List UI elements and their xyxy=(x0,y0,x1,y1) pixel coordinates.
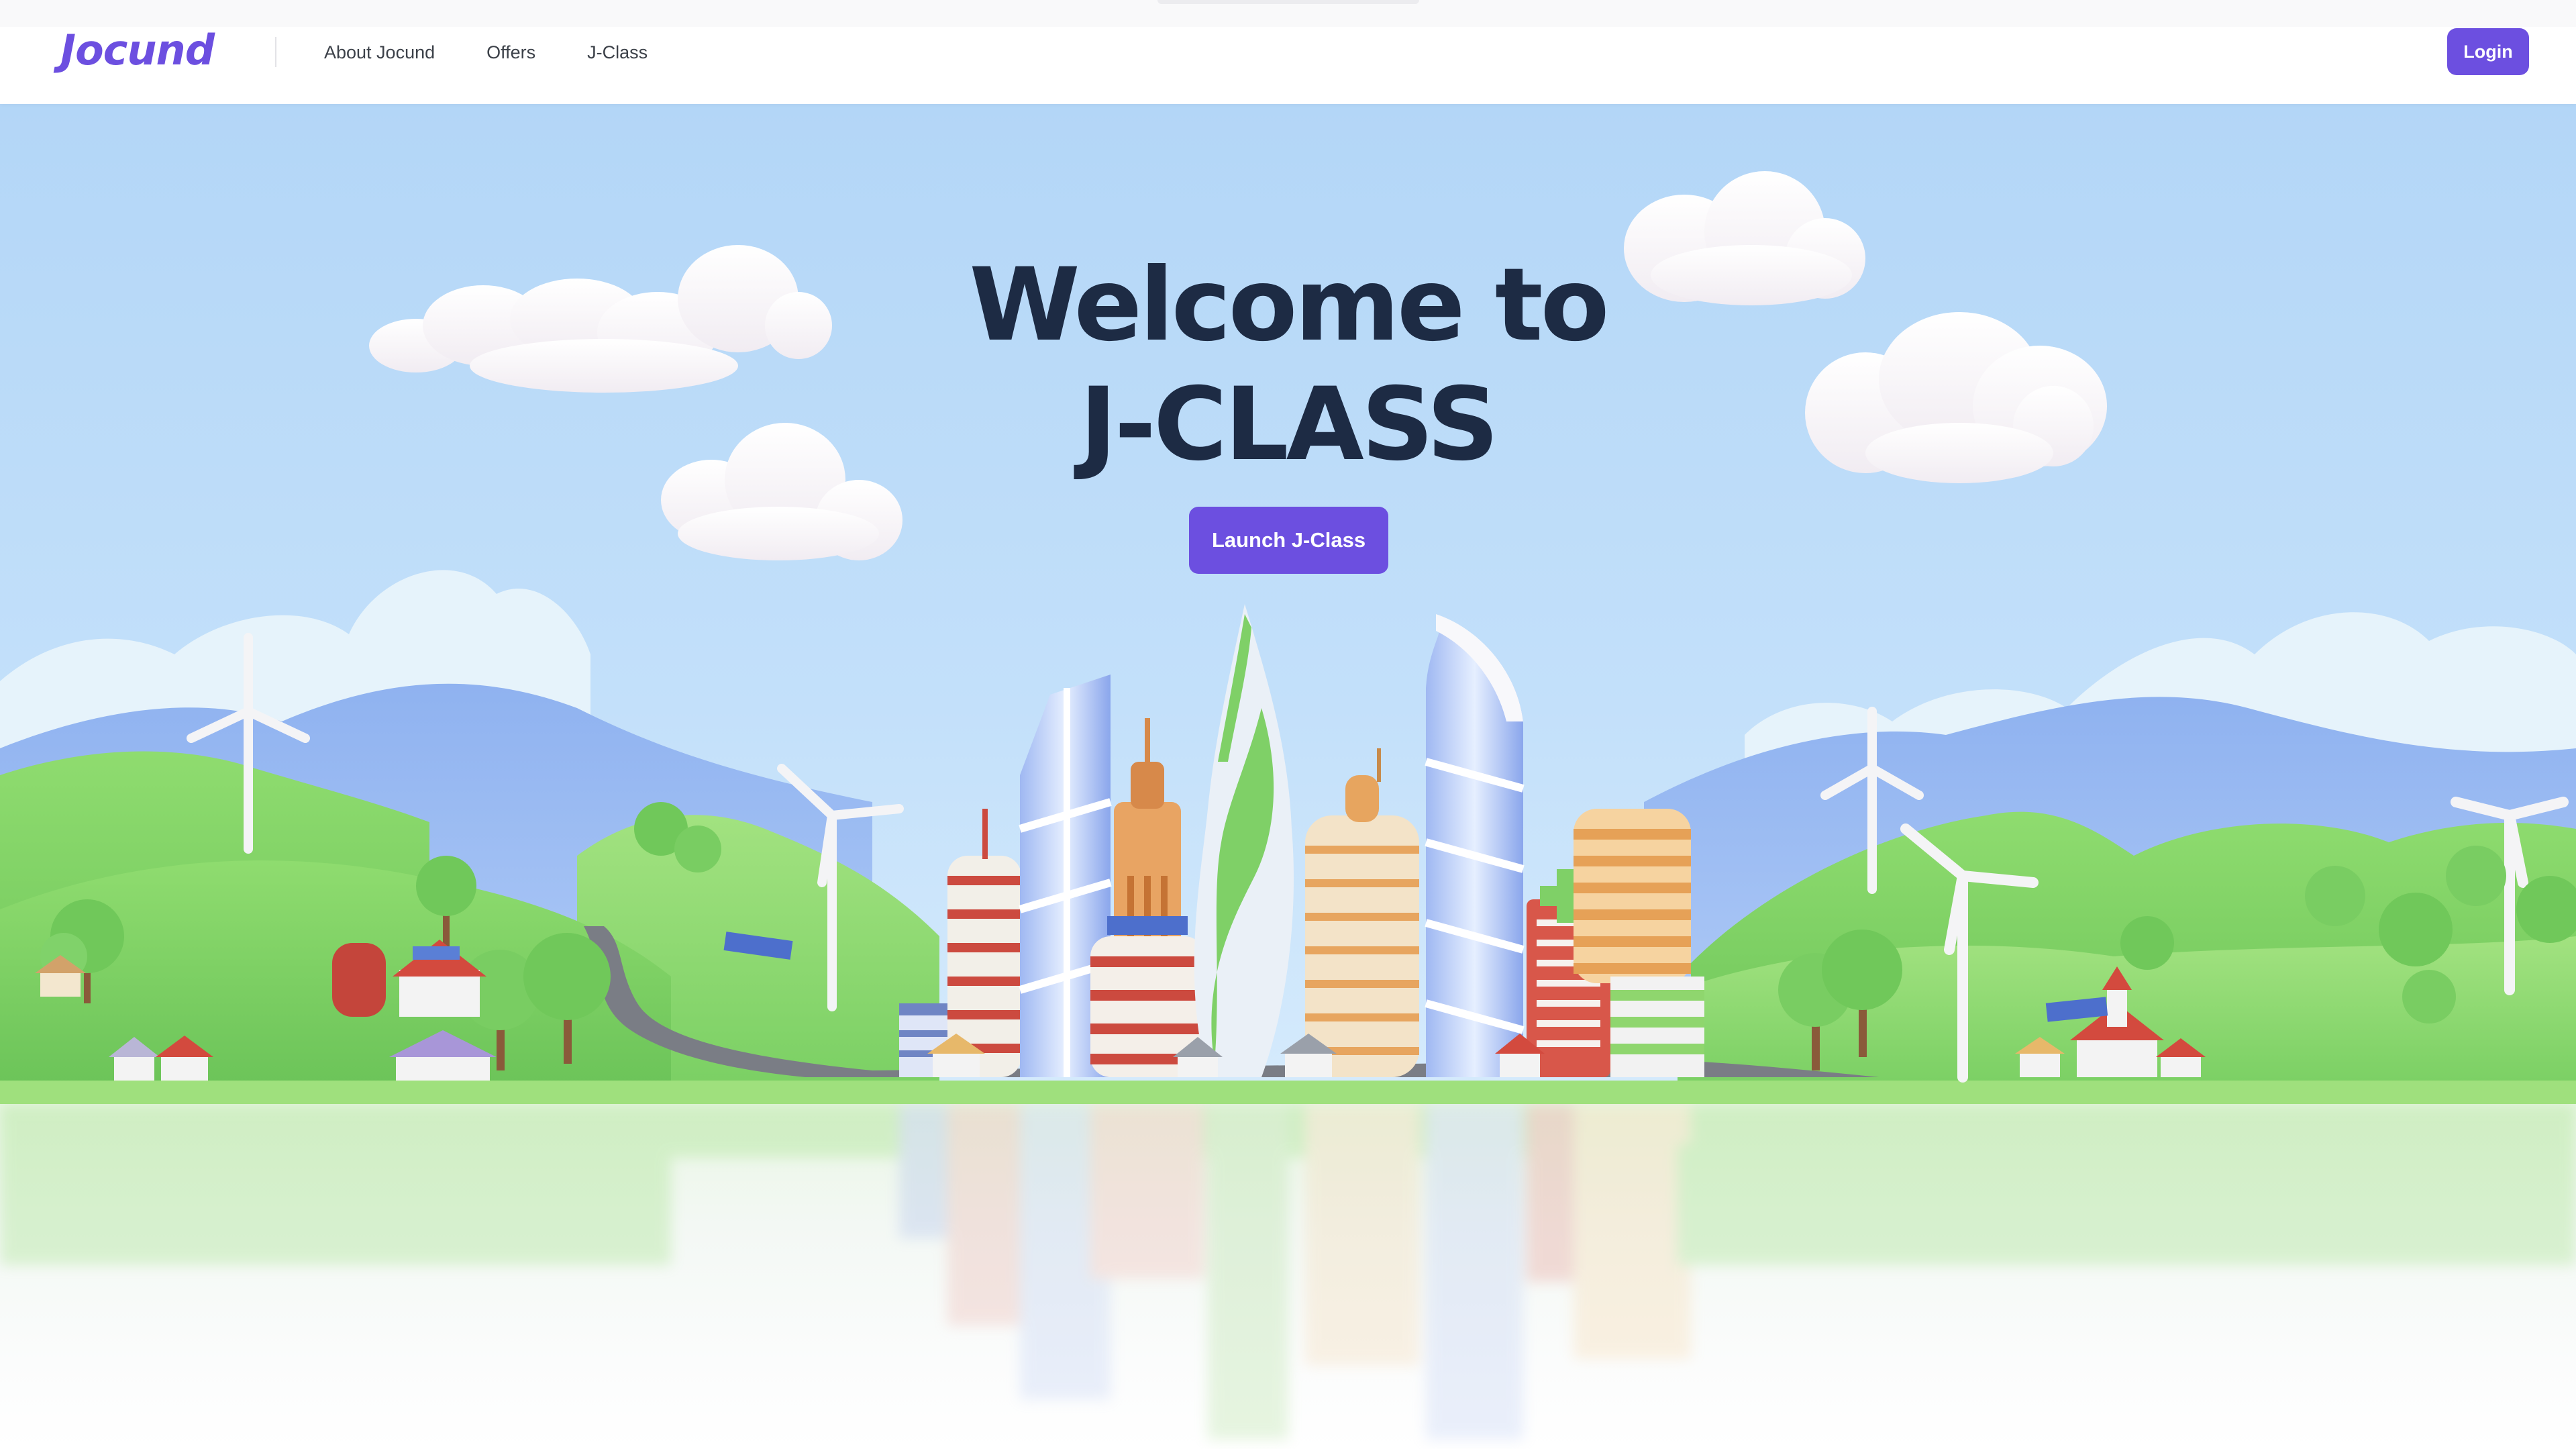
reflection-illustration xyxy=(0,1104,2576,1440)
browser-top-strip xyxy=(0,0,2576,27)
launch-j-class-button[interactable]: Launch J-Class xyxy=(1189,507,1388,574)
building-curved-glass xyxy=(1425,614,1525,1077)
top-navbar: Jocund About Jocund Offers J-Class Login xyxy=(0,0,2576,104)
hero-title-line-2: J-CLASS xyxy=(1079,366,1499,484)
jocund-logo[interactable]: Jocund xyxy=(60,26,215,75)
nav-divider xyxy=(275,37,276,67)
top-tab-handle xyxy=(1157,0,1419,4)
nav-links: About Jocund Offers J-Class xyxy=(324,38,699,67)
water-reflection xyxy=(0,1104,2576,1449)
hero-section: Welcome to J-CLASS Launch J-Class xyxy=(0,104,2576,1111)
nav-link-j-class[interactable]: J-Class xyxy=(587,42,648,63)
nav-link-about-jocund[interactable]: About Jocund xyxy=(324,42,435,63)
login-button[interactable]: Login xyxy=(2447,28,2529,75)
nav-link-offers[interactable]: Offers xyxy=(486,42,535,63)
hero-title-line-1: Welcome to xyxy=(969,247,1609,364)
page: Jocund About Jocund Offers J-Class Login xyxy=(0,0,2576,1449)
hero-title: Welcome to J-CLASS xyxy=(0,246,2576,485)
